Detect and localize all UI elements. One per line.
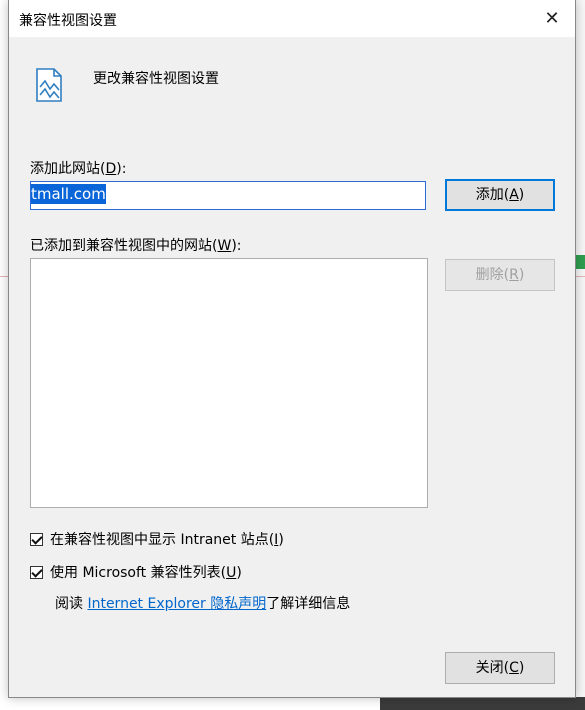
dialog-title: 兼容性视图设置 (19, 13, 117, 29)
dialog-header-text: 更改兼容性视图设置 (93, 71, 219, 87)
document-icon (36, 68, 62, 102)
ms-list-checkbox[interactable] (30, 565, 43, 579)
intranet-checkbox[interactable] (30, 532, 43, 546)
sites-list-label: 已添加到兼容性视图中的网站(W): (30, 238, 242, 254)
site-url-input[interactable]: tmall.com (30, 181, 426, 210)
ms-list-checkbox-row[interactable]: 使用 Microsoft 兼容性列表(U) (30, 562, 242, 582)
intranet-checkbox-row[interactable]: 在兼容性视图中显示 Intranet 站点(I) (30, 529, 284, 549)
compatibility-view-dialog: 兼容性视图设置 ✕ 更改兼容性视图设置 添加此网站(D): tmall.com … (8, 0, 576, 698)
ms-list-checkbox-label: 使用 Microsoft 兼容性列表(U) (50, 565, 242, 581)
dialog-titlebar: 兼容性视图设置 ✕ (9, 0, 575, 37)
privacy-info: 阅读 Internet Explorer 隐私声明了解详细信息 (55, 596, 351, 612)
sites-listbox[interactable] (30, 258, 428, 508)
intranet-checkbox-label: 在兼容性视图中显示 Intranet 站点(I) (50, 532, 284, 548)
close-button[interactable]: 关闭(C) (445, 652, 555, 684)
remove-button[interactable]: 删除(R) (445, 259, 555, 291)
browser-status-bar (380, 697, 585, 710)
site-url-value: tmall.com (31, 184, 106, 204)
add-site-label: 添加此网站(D): (30, 161, 127, 177)
privacy-statement-link[interactable]: Internet Explorer 隐私声明 (87, 596, 266, 612)
close-icon[interactable]: ✕ (539, 6, 565, 32)
add-button[interactable]: 添加(A) (445, 179, 555, 211)
